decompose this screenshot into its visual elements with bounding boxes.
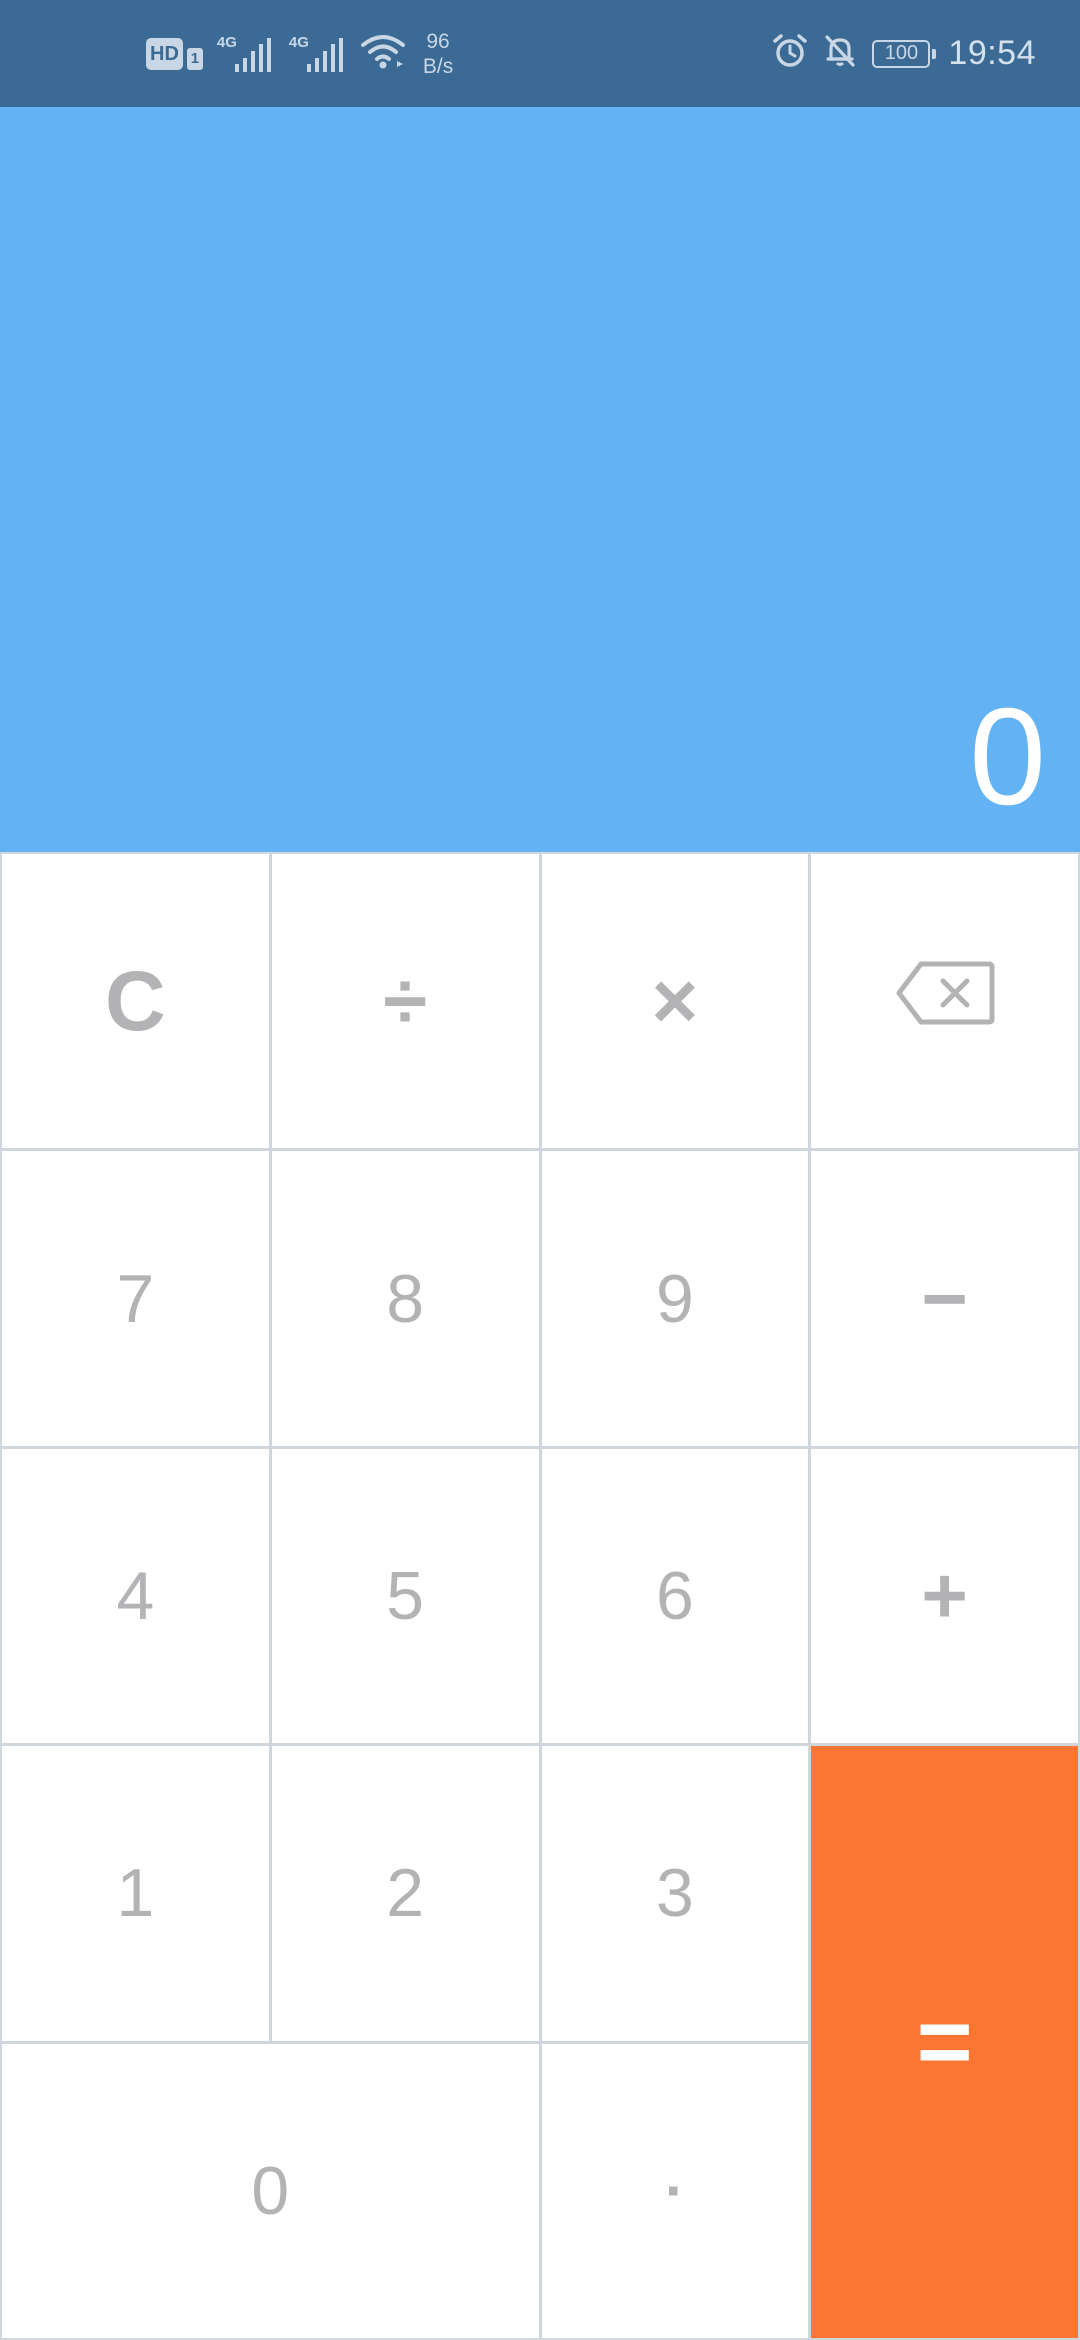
digit-7-button[interactable]: 7 xyxy=(2,1151,269,1446)
calculator-app: HD 1 4G 4G 96 B/s 100 19:54 0 C ÷ × 7 8 … xyxy=(0,0,1080,2340)
digit-2-button[interactable]: 2 xyxy=(271,1746,539,2041)
plus-button[interactable]: + xyxy=(811,1448,1078,1744)
digit-5-button[interactable]: 5 xyxy=(271,1448,539,1744)
digit-4-button[interactable]: 4 xyxy=(2,1448,269,1744)
battery-level: 100 xyxy=(884,42,919,64)
network-speed-value: 96 xyxy=(426,29,450,53)
decimal-point-button[interactable]: · xyxy=(541,2043,809,2338)
status-bar: HD 1 4G 4G 96 B/s 100 19:54 xyxy=(0,0,1080,107)
status-time: 19:54 xyxy=(948,34,1036,72)
calculator-display: 0 xyxy=(0,107,1080,852)
status-bar-left: HD 1 4G 4G 96 B/s xyxy=(146,0,453,107)
digit-9-button[interactable]: 9 xyxy=(541,1151,809,1446)
keypad: C ÷ × 7 8 9 − 4 5 6 + 1 2 3 = 0 · xyxy=(0,852,1080,2340)
digit-8-button[interactable]: 8 xyxy=(271,1151,539,1446)
battery-icon: 100 xyxy=(872,39,937,68)
digit-6-button[interactable]: 6 xyxy=(541,1448,809,1744)
sim-badge: 1 xyxy=(186,47,203,70)
clear-button[interactable]: C xyxy=(2,854,269,1149)
backspace-button[interactable] xyxy=(811,854,1078,1149)
status-bar-right: 100 19:54 xyxy=(772,0,1036,107)
wifi-icon xyxy=(360,33,405,74)
digit-3-button[interactable]: 3 xyxy=(541,1746,809,2041)
equals-button[interactable]: = xyxy=(811,1746,1078,2338)
network-speed: 96 B/s xyxy=(423,29,453,79)
minus-button[interactable]: − xyxy=(811,1151,1078,1446)
multiply-button[interactable]: × xyxy=(541,854,809,1149)
signal-icon-2: 4G xyxy=(289,34,347,74)
backspace-icon xyxy=(895,960,995,1042)
divide-button[interactable]: ÷ xyxy=(271,854,539,1149)
bell-muted-icon xyxy=(822,33,858,74)
digit-0-button[interactable]: 0 xyxy=(2,2043,539,2338)
alarm-icon xyxy=(772,33,808,74)
hd-badge: HD xyxy=(146,37,183,70)
network-speed-unit: B/s xyxy=(422,54,454,78)
display-value: 0 xyxy=(969,680,1046,834)
signal-icon: 4G xyxy=(217,34,275,74)
digit-1-button[interactable]: 1 xyxy=(2,1746,269,2041)
